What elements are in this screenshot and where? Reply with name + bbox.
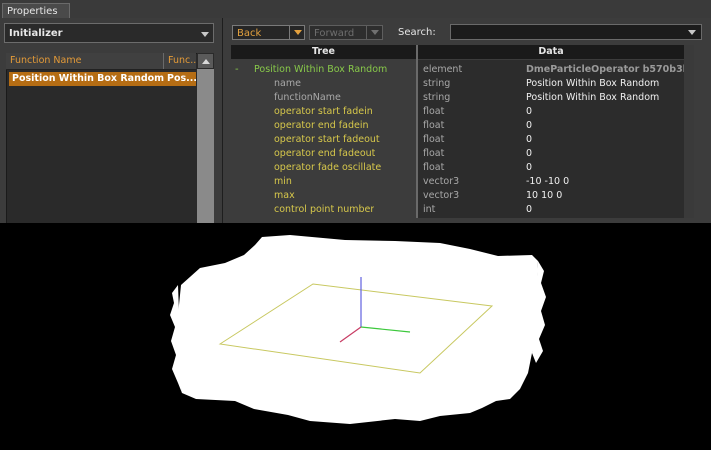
tree-cell: min (274, 176, 292, 187)
table-row[interactable]: operator end fadeout float 0 (231, 147, 684, 161)
type-cell: string (423, 78, 451, 89)
type-cell: vector3 (423, 190, 460, 201)
particle-cloud (178, 235, 540, 424)
type-cell: float (423, 106, 445, 117)
tab-properties[interactable]: Properties (2, 3, 70, 18)
data-cell[interactable]: 0 (526, 203, 684, 217)
table-row[interactable]: functionName string Position Within Box … (231, 91, 684, 105)
particle-preview-viewport[interactable] (0, 223, 711, 447)
data-cell[interactable]: 0 (526, 147, 684, 161)
tab-bar (0, 0, 711, 19)
chevron-down-icon[interactable] (371, 30, 379, 35)
search-label: Search: (398, 27, 436, 38)
type-cell: float (423, 134, 445, 145)
tree-table-header: Tree Data (231, 45, 684, 59)
forward-button[interactable]: Forward (309, 25, 383, 40)
column-header-func[interactable]: Func... (164, 53, 196, 69)
table-row[interactable]: operator end fadein float 0 (231, 119, 684, 133)
tree-cell: operator start fadeout (274, 134, 380, 145)
function-list-scrollbar[interactable] (197, 53, 214, 223)
data-cell[interactable]: 0 (526, 133, 684, 147)
back-button[interactable]: Back (232, 25, 305, 40)
search-input[interactable] (450, 24, 702, 40)
type-cell: float (423, 148, 445, 159)
scroll-up-button[interactable] (197, 53, 214, 69)
data-cell[interactable]: 0 (526, 161, 684, 175)
tree-cell: Position Within Box Random (254, 64, 388, 75)
back-button-label: Back (237, 28, 262, 39)
list-item[interactable]: Position Within Box Random Pos... (9, 72, 196, 86)
type-cell: int (423, 204, 436, 215)
data-cell[interactable]: DmeParticleOperator b570b3be (526, 63, 684, 77)
chevron-down-icon[interactable] (688, 30, 696, 35)
data-cell[interactable]: 0 (526, 105, 684, 119)
tree-cell: control point number (274, 204, 375, 215)
table-scrollbar[interactable] (684, 45, 694, 218)
type-cell: element (423, 64, 463, 75)
function-func-cell: Pos... (167, 73, 196, 84)
type-cell: string (423, 92, 451, 103)
type-cell: vector3 (423, 176, 460, 187)
data-cell[interactable]: 0 (526, 119, 684, 133)
table-row[interactable]: operator fade oscillate float 0 (231, 161, 684, 175)
tree-cell: operator end fadein (274, 120, 369, 131)
tree-cell: operator end fadeout (274, 148, 376, 159)
tree-cell: operator start fadein (274, 106, 373, 117)
table-row[interactable]: max vector3 10 10 0 (231, 189, 684, 203)
data-cell[interactable]: Position Within Box Random (526, 91, 684, 105)
tree-cell: name (274, 78, 301, 89)
chevron-down-icon (201, 32, 209, 37)
tree-cell: functionName (274, 92, 341, 103)
table-row[interactable]: name string Position Within Box Random (231, 77, 684, 91)
table-row[interactable]: control point number int 0 (231, 203, 684, 217)
type-cell: float (423, 162, 445, 173)
column-header-function-name[interactable]: Function Name (6, 53, 164, 69)
table-row[interactable]: operator start fadein float 0 (231, 105, 684, 119)
data-cell[interactable]: -10 -10 0 (526, 175, 684, 189)
back-button-divider (289, 26, 290, 39)
column-header-tree[interactable]: Tree (231, 45, 416, 59)
forward-button-label: Forward (314, 28, 355, 39)
tree-cell: operator fade oscillate (274, 162, 382, 173)
type-cell: float (423, 120, 445, 131)
function-name-cell: Position Within Box Random (12, 73, 164, 84)
data-cell[interactable]: Position Within Box Random (526, 77, 684, 91)
function-list-header: Function Name Func... (6, 53, 196, 70)
category-dropdown[interactable]: Initializer (4, 23, 214, 43)
category-dropdown-label: Initializer (9, 28, 63, 39)
viewport-canvas (170, 235, 546, 424)
chevron-down-icon[interactable] (294, 30, 302, 35)
tree-cell: max (274, 190, 295, 201)
scroll-up-icon (202, 59, 210, 64)
data-cell[interactable]: 10 10 0 (526, 189, 684, 203)
forward-button-divider (366, 26, 367, 39)
table-row[interactable]: operator start fadeout float 0 (231, 133, 684, 147)
table-row[interactable]: Position Within Box Random element DmePa… (231, 63, 684, 77)
table-row[interactable]: min vector3 -10 -10 0 (231, 175, 684, 189)
column-header-data[interactable]: Data (418, 45, 684, 59)
